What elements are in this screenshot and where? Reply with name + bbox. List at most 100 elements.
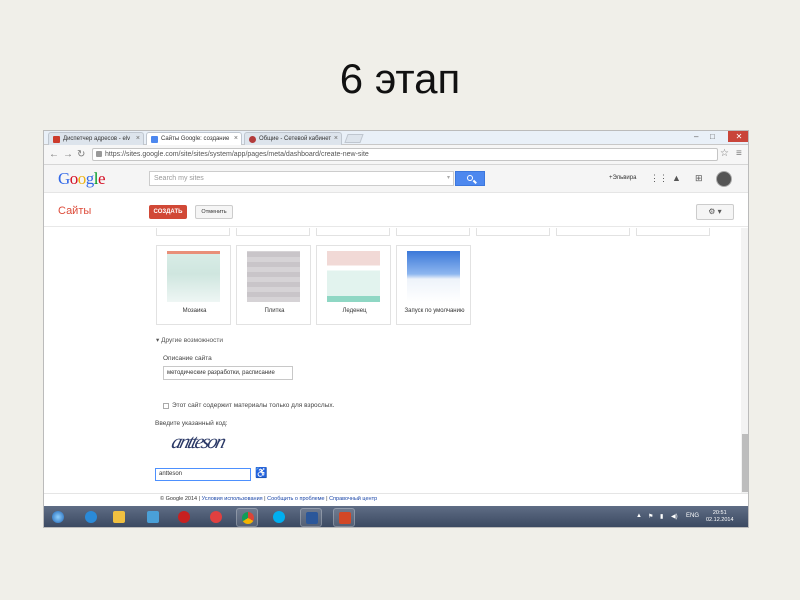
theme-stub <box>556 228 630 236</box>
user-name-link[interactable]: +Эльвира <box>609 175 636 181</box>
lock-icon <box>96 151 102 157</box>
paint-icon <box>210 511 222 523</box>
taskbar-paint[interactable] <box>205 508 227 527</box>
theme-preview <box>327 251 380 302</box>
description-input[interactable]: методические разработки, расписание <box>163 366 293 380</box>
close-icon[interactable]: × <box>334 135 338 142</box>
reload-icon[interactable]: ↻ <box>77 149 85 160</box>
create-site-form: Мозаика Плитка Леденец Запуск по умолчан… <box>44 228 748 496</box>
clock-date: 02.12.2014 <box>706 517 734 523</box>
gmail-icon <box>53 136 60 143</box>
tab-label: Общие - Сетевой кабинет <box>259 136 332 142</box>
tab-bar: Диспетчер адресов - elv × Сайты Google: … <box>44 131 748 145</box>
browser-screenshot: Диспетчер адресов - elv × Сайты Google: … <box>43 130 749 528</box>
copyright-text: © Google 2014 | <box>160 496 201 502</box>
sites-title[interactable]: Сайты <box>58 205 91 217</box>
close-icon[interactable]: × <box>136 135 140 142</box>
internet-explorer-icon <box>85 511 97 523</box>
page-footer: © Google 2014 | Условия использования | … <box>44 493 748 505</box>
taskbar-ie[interactable] <box>80 508 102 527</box>
taskbar-power[interactable] <box>173 508 195 527</box>
new-tab-button[interactable] <box>344 134 364 143</box>
theme-label: Леденец <box>342 308 367 314</box>
help-center-link[interactable]: Справочный центр <box>329 496 377 502</box>
tab-label: Диспетчер адресов - elv <box>63 136 131 142</box>
scrollbar-thumb[interactable] <box>742 434 748 492</box>
taskbar-powerpoint[interactable] <box>333 508 355 527</box>
windows-taskbar: ▲ ⚑ ▮ ◀) ENG 20:51 02.12.2014 <box>44 506 748 527</box>
theme-stub <box>156 228 230 236</box>
settings-button[interactable]: ⚙ ▾ <box>696 204 734 220</box>
network-icon[interactable]: ▮ <box>660 513 663 520</box>
search-button[interactable] <box>455 171 485 186</box>
chrome-icon <box>242 512 254 524</box>
sites-toolbar: Сайты СОЗДАТЬ Отменить ⚙ ▾ <box>44 193 748 227</box>
windows-logo-icon <box>52 511 64 523</box>
taskbar-chrome[interactable] <box>236 508 258 527</box>
more-options-label: Другие возможности <box>161 337 224 344</box>
bell-icon[interactable]: ▲ <box>672 173 681 183</box>
taskbar-app[interactable] <box>142 508 164 527</box>
bookmark-star-icon[interactable]: ☆ <box>720 148 729 159</box>
power-icon <box>178 511 190 523</box>
google-header: Google Search my sites ▾ +Эльвира ⋮⋮ ▲ ⊞ <box>44 165 748 193</box>
theme-label: Мозаика <box>182 308 207 314</box>
search-input[interactable]: Search my sites ▾ <box>149 171 454 186</box>
tab-network-cabinet[interactable]: Общие - Сетевой кабинет × <box>244 132 342 145</box>
language-indicator[interactable]: ENG <box>686 513 699 519</box>
theme-preview <box>247 251 300 302</box>
adult-content-checkbox[interactable] <box>163 403 169 409</box>
theme-mosaic[interactable]: Мозаика <box>156 245 231 325</box>
url-text: https://sites.google.com/site/sites/syst… <box>105 151 369 158</box>
dropdown-icon[interactable]: ▾ <box>447 174 450 181</box>
address-bar[interactable]: https://sites.google.com/site/sites/syst… <box>92 148 718 161</box>
apps-grid-icon[interactable]: ⋮⋮ <box>650 173 668 184</box>
menu-icon[interactable]: ≡ <box>736 148 742 159</box>
volume-icon[interactable]: ◀) <box>671 513 678 520</box>
tab-gmail[interactable]: Диспетчер адресов - elv × <box>48 132 144 145</box>
separator: | <box>326 496 328 502</box>
minimize-button[interactable]: – <box>694 132 698 141</box>
shield-icon <box>249 136 256 143</box>
tray-flag-icon[interactable]: ⚑ <box>648 513 653 520</box>
captcha-image: antteson <box>169 431 227 453</box>
folder-icon <box>113 511 125 523</box>
terms-link[interactable]: Условия использования <box>202 496 263 502</box>
sites-icon <box>151 136 158 143</box>
clock[interactable]: 20:51 02.12.2014 <box>706 510 734 524</box>
skype-icon <box>273 511 285 523</box>
captcha-input[interactable]: antteson <box>155 468 251 481</box>
cancel-button[interactable]: Отменить <box>195 205 233 219</box>
separator: | <box>264 496 266 502</box>
theme-label: Плитка <box>264 308 285 314</box>
theme-stub <box>236 228 310 236</box>
window-close-button[interactable]: ✕ <box>728 131 748 142</box>
theme-tile[interactable]: Плитка <box>236 245 311 325</box>
address-row: ← → ↻ https://sites.google.com/site/site… <box>44 145 748 165</box>
forward-arrow-icon[interactable]: → <box>63 149 73 160</box>
taskbar-word[interactable] <box>300 508 322 527</box>
close-icon[interactable]: × <box>234 135 238 142</box>
theme-default-launch[interactable]: Запуск по умолчанию <box>396 245 471 325</box>
start-button[interactable] <box>47 508 69 527</box>
taskbar-skype[interactable] <box>268 508 290 527</box>
theme-preview <box>167 251 220 302</box>
share-plus-icon[interactable]: ⊞ <box>695 173 703 184</box>
google-logo[interactable]: Google <box>58 169 106 189</box>
create-button[interactable]: СОЗДАТЬ <box>149 205 187 219</box>
accessibility-icon[interactable]: ♿ <box>255 468 267 479</box>
theme-stub <box>396 228 470 236</box>
slide-title: 6 этап <box>339 55 461 102</box>
taskbar-explorer[interactable] <box>108 508 130 527</box>
more-options-toggle[interactable]: ▾ Другие возможности <box>156 336 223 344</box>
adult-content-label: Этот сайт содержит материалы только для … <box>172 402 335 409</box>
maximize-button[interactable]: □ <box>710 132 715 141</box>
tray-arrow-icon[interactable]: ▲ <box>636 513 642 519</box>
back-arrow-icon[interactable]: ← <box>49 149 59 160</box>
tab-google-sites[interactable]: Сайты Google: создание × <box>146 132 242 145</box>
report-problem-link[interactable]: Сообщить о проблеме <box>267 496 324 502</box>
gear-icon: ⚙ ▾ <box>708 207 722 216</box>
avatar[interactable] <box>716 171 732 187</box>
theme-lollipop[interactable]: Леденец <box>316 245 391 325</box>
captcha-label: Введите указанный код: <box>155 420 228 427</box>
